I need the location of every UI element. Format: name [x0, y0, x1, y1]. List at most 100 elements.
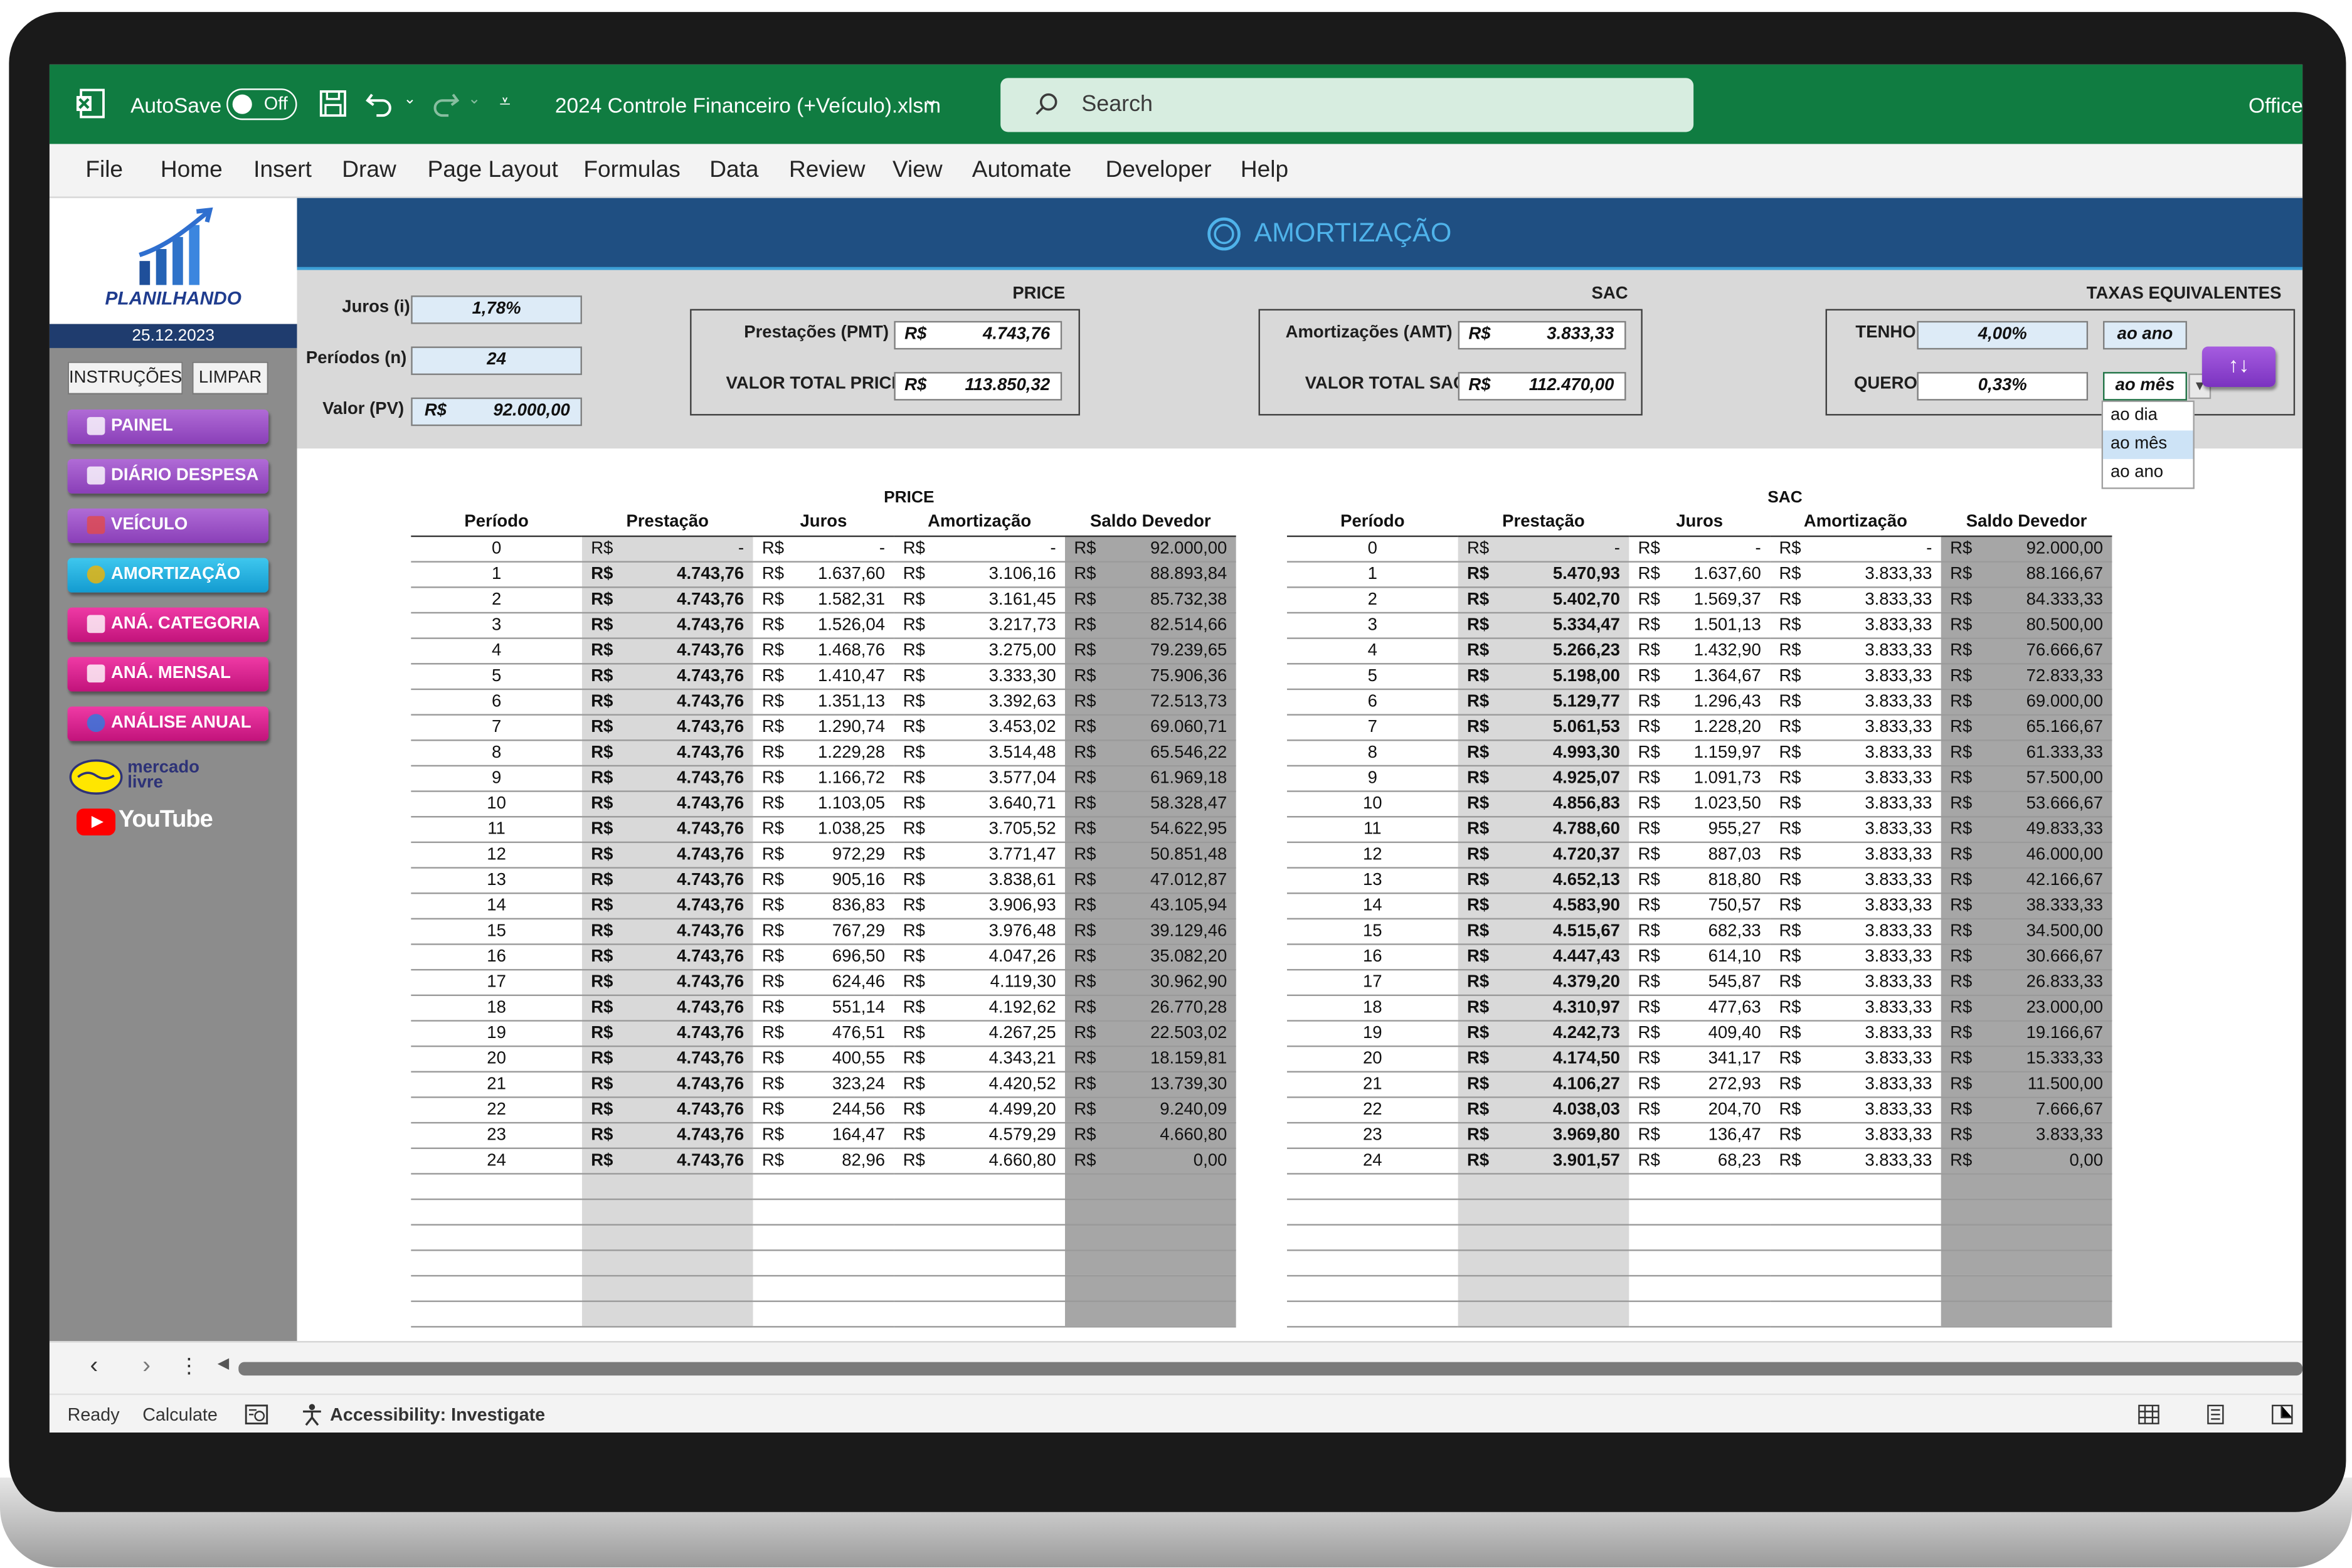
prestacao-cell[interactable]: R$ 4.743,76 — [581, 561, 753, 588]
empty-cell[interactable] — [1941, 1249, 2112, 1276]
juros-cell[interactable]: R$ 1.468,76 — [753, 637, 894, 664]
prestacao-cell[interactable]: R$ 4.743,76 — [581, 1096, 753, 1123]
periodo-cell[interactable]: 6 — [411, 688, 582, 715]
saldo-cell[interactable]: R$ 0,00 — [1065, 1147, 1236, 1174]
periodo-cell[interactable]: 22 — [1286, 1096, 1458, 1123]
empty-cell[interactable] — [581, 1173, 753, 1200]
nav-amortizacao[interactable]: AMORTIZAÇÃO — [67, 558, 269, 593]
amortizacao-cell[interactable]: R$ 3.833,33 — [1770, 1045, 1941, 1072]
prestacao-cell[interactable]: R$ 3.969,80 — [1458, 1121, 1629, 1148]
empty-cell[interactable] — [1065, 1224, 1236, 1251]
clear-button[interactable]: LIMPAR — [192, 361, 269, 395]
periodo-cell[interactable]: 6 — [1286, 688, 1458, 715]
prestacao-cell[interactable]: R$ 4.743,76 — [581, 637, 753, 664]
periodo-cell[interactable]: 13 — [411, 867, 582, 894]
saldo-cell[interactable]: R$ 0,00 — [1941, 1147, 2112, 1174]
menu-file[interactable]: File — [85, 157, 123, 184]
juros-cell[interactable]: R$ - — [753, 535, 894, 562]
prestacao-cell[interactable]: R$ 4.743,76 — [581, 918, 753, 945]
periodo-cell[interactable]: 8 — [411, 739, 582, 766]
empty-cell[interactable] — [581, 1300, 753, 1327]
prestacao-cell[interactable]: R$ 4.788,60 — [1458, 816, 1629, 842]
juros-cell[interactable]: R$ 1.166,72 — [753, 765, 894, 792]
saldo-cell[interactable]: R$ 65.546,22 — [1065, 739, 1236, 766]
juros-cell[interactable]: R$ 1.159,97 — [1629, 739, 1771, 766]
empty-cell[interactable] — [1458, 1300, 1629, 1327]
periodo-cell[interactable]: 9 — [411, 765, 582, 792]
prestacao-cell[interactable]: R$ 4.515,67 — [1458, 918, 1629, 945]
saldo-cell[interactable]: R$ 42.166,67 — [1941, 867, 2112, 894]
periodo-cell[interactable]: 3 — [411, 612, 582, 638]
periodo-cell[interactable]: 10 — [1286, 790, 1458, 817]
empty-cell[interactable] — [581, 1224, 753, 1251]
juros-cell[interactable]: R$ 204,70 — [1629, 1096, 1771, 1123]
prestacao-cell[interactable]: R$ 4.743,76 — [581, 943, 753, 970]
saldo-cell[interactable]: R$ 92.000,00 — [1941, 535, 2112, 562]
empty-cell[interactable] — [411, 1300, 582, 1327]
saldo-cell[interactable]: R$ 85.732,38 — [1065, 586, 1236, 613]
saldo-cell[interactable]: R$ 53.666,67 — [1941, 790, 2112, 817]
periodo-cell[interactable]: 5 — [411, 663, 582, 689]
empty-cell[interactable] — [1770, 1300, 1941, 1327]
periodo-cell[interactable]: 4 — [411, 637, 582, 664]
prestacao-cell[interactable]: R$ 4.743,76 — [581, 1147, 753, 1174]
amortizacao-cell[interactable]: R$ 4.343,21 — [894, 1045, 1066, 1072]
saldo-cell[interactable]: R$ 9.240,09 — [1065, 1096, 1236, 1123]
saldo-cell[interactable]: R$ 15.333,33 — [1941, 1045, 2112, 1072]
empty-cell[interactable] — [581, 1249, 753, 1276]
prestacao-cell[interactable]: R$ 4.925,07 — [1458, 765, 1629, 792]
saldo-cell[interactable]: R$ 30.962,90 — [1065, 968, 1236, 995]
swap-rates-button[interactable]: ↑↓ — [2201, 346, 2276, 388]
periodo-cell[interactable]: 21 — [1286, 1071, 1458, 1098]
saldo-cell[interactable]: R$ 69.060,71 — [1065, 714, 1236, 741]
periodo-cell[interactable]: 15 — [411, 918, 582, 945]
empty-cell[interactable] — [1941, 1198, 2112, 1225]
menu-review[interactable]: Review — [789, 157, 866, 184]
empty-cell[interactable] — [1770, 1274, 1941, 1301]
normal-view-icon[interactable] — [2137, 1404, 2160, 1425]
empty-cell[interactable] — [1770, 1224, 1941, 1251]
prestacao-cell[interactable]: R$ 4.743,76 — [581, 612, 753, 638]
juros-cell[interactable]: R$ 1.296,43 — [1629, 688, 1771, 715]
dropdown-option-ao-mes[interactable]: ao mês — [2103, 430, 2193, 459]
prestacao-cell[interactable]: R$ 4.038,03 — [1458, 1096, 1629, 1123]
juros-cell[interactable]: R$ 136,47 — [1629, 1121, 1771, 1148]
empty-cell[interactable] — [1458, 1249, 1629, 1276]
juros-cell[interactable]: R$ 476,51 — [753, 1020, 894, 1047]
empty-cell[interactable] — [581, 1198, 753, 1225]
empty-cell[interactable] — [1065, 1173, 1236, 1200]
instructions-button[interactable]: INSTRUÇÕES — [67, 361, 183, 395]
empty-cell[interactable] — [1458, 1198, 1629, 1225]
juros-cell[interactable]: R$ 1.569,37 — [1629, 586, 1771, 613]
empty-cell[interactable] — [411, 1274, 582, 1301]
empty-cell[interactable] — [1286, 1173, 1458, 1200]
amortizacao-cell[interactable]: R$ 3.833,33 — [1770, 816, 1941, 842]
juros-cell[interactable]: R$ 82,96 — [753, 1147, 894, 1174]
amortizacao-cell[interactable]: R$ 3.833,33 — [1770, 765, 1941, 792]
juros-cell[interactable]: R$ 1.103,05 — [753, 790, 894, 817]
amortizacao-cell[interactable]: R$ 3.833,33 — [1770, 637, 1941, 664]
amortizacao-cell[interactable]: R$ 3.161,45 — [894, 586, 1066, 613]
amortizacao-cell[interactable]: R$ 3.833,33 — [1770, 663, 1941, 689]
periodo-cell[interactable]: 24 — [1286, 1147, 1458, 1174]
amortizacao-cell[interactable]: R$ 3.838,61 — [894, 867, 1066, 894]
juros-cell[interactable]: R$ 272,93 — [1629, 1071, 1771, 1098]
prestacao-cell[interactable]: R$ 5.470,93 — [1458, 561, 1629, 588]
empty-cell[interactable] — [1458, 1274, 1629, 1301]
page-break-view-icon[interactable] — [2271, 1404, 2294, 1425]
amortizacao-cell[interactable]: R$ - — [894, 535, 1066, 562]
prestacao-cell[interactable]: R$ 4.743,76 — [581, 739, 753, 766]
saldo-cell[interactable]: R$ 82.514,66 — [1065, 612, 1236, 638]
amortizacao-cell[interactable]: R$ 3.833,33 — [1770, 867, 1941, 894]
saldo-cell[interactable]: R$ 75.906,36 — [1065, 663, 1236, 689]
empty-cell[interactable] — [1629, 1300, 1771, 1327]
saldo-cell[interactable]: R$ 80.500,00 — [1941, 612, 2112, 638]
prestacao-cell[interactable]: R$ 4.174,50 — [1458, 1045, 1629, 1072]
customize-toolbar-icon[interactable]: ⩡ — [499, 90, 511, 114]
empty-cell[interactable] — [1770, 1173, 1941, 1200]
empty-cell[interactable] — [753, 1173, 894, 1200]
menu-automate[interactable]: Automate — [972, 157, 1072, 184]
prestacao-cell[interactable]: R$ 4.447,43 — [1458, 943, 1629, 970]
periodo-cell[interactable]: 7 — [1286, 714, 1458, 741]
amortizacao-cell[interactable]: R$ 4.660,80 — [894, 1147, 1066, 1174]
